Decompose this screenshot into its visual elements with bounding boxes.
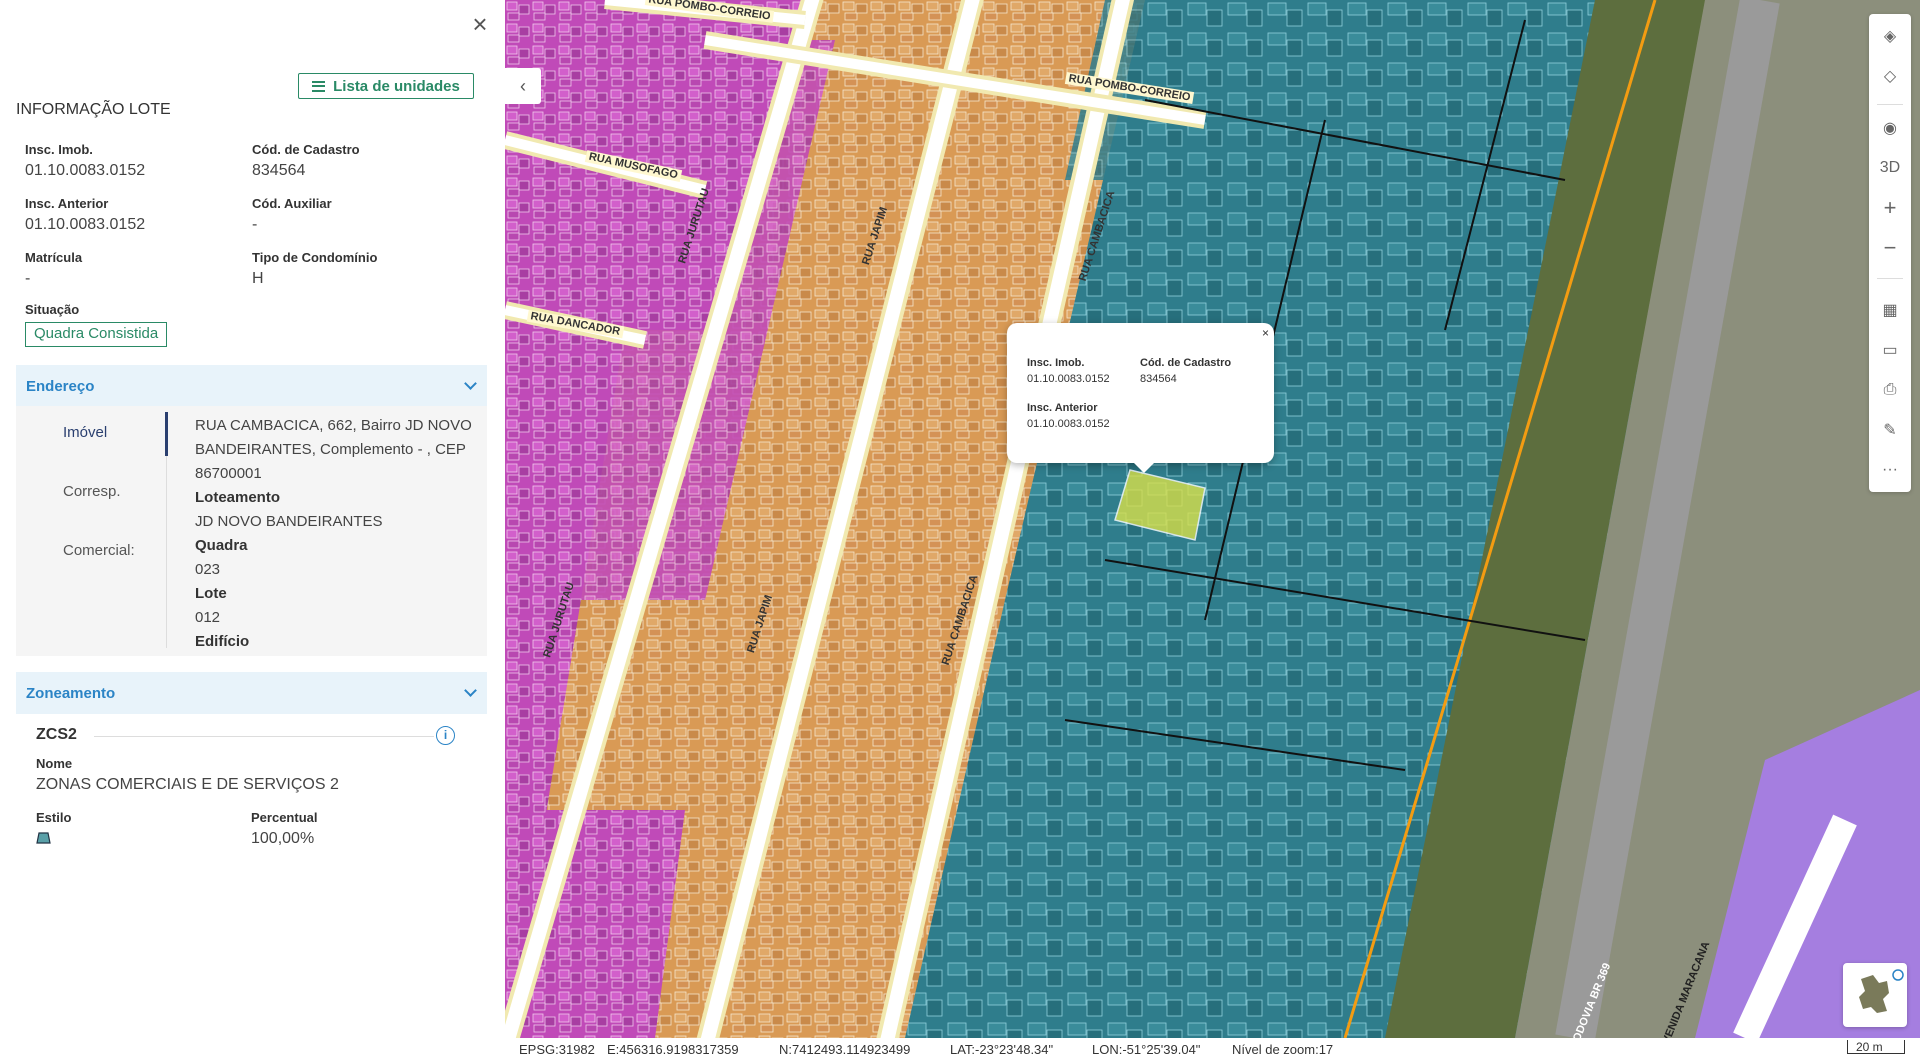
northing-readout: N:7412493.114923499: [779, 1042, 911, 1057]
field-nome: Nome ZONAS COMERCIAIS E DE SERVIÇOS 2: [36, 756, 339, 794]
epsg-readout: EPSG:31982: [519, 1042, 595, 1057]
field-insc-imob: Insc. Imob. 01.10.0083.0152: [25, 142, 145, 180]
zone-style-swatch: [36, 832, 51, 844]
map-icon[interactable]: ▦: [1869, 292, 1911, 328]
lote-label: Lote: [195, 585, 227, 602]
field-insc-anterior: Insc. Anterior 01.10.0083.0152: [25, 196, 145, 234]
divider: [1877, 278, 1903, 279]
field-situacao: Situação: [25, 302, 79, 317]
field-label: Cód. de Cadastro: [252, 142, 360, 157]
panel-title: INFORMAÇÃO LOTE: [16, 101, 171, 118]
app-root: × Lista de unidades INFORMAÇÃO LOTE Insc…: [0, 0, 1920, 1060]
field-cod-cadastro: Cód. de Cadastro 834564: [252, 142, 360, 180]
endereco-content: Imóvel Corresp. Comercial: RUA CAMBACICA…: [16, 406, 487, 656]
map-canvas[interactable]: RUA POMBO-CORREIO RUA POMBO-CORREIO RUA …: [505, 0, 1920, 1038]
layers-stack-icon[interactable]: ◇: [1869, 58, 1911, 94]
field-matricula: Matrícula -: [25, 250, 82, 288]
more-icon[interactable]: ···: [1869, 452, 1911, 488]
zoom-level-readout: Nível de zoom:17: [1232, 1042, 1334, 1057]
3d-button[interactable]: 3D: [1869, 150, 1911, 186]
popup-value: 834564: [1140, 373, 1177, 385]
popup-label: Insc. Anterior: [1027, 402, 1098, 414]
quadra-label: Quadra: [195, 537, 248, 554]
print-icon[interactable]: ⎙: [1869, 372, 1911, 408]
quadra-value: 023: [195, 561, 221, 578]
paint-icon[interactable]: ✎: [1869, 412, 1911, 448]
ruler-icon[interactable]: ▭: [1869, 332, 1911, 368]
lot-popup: × Insc. Imob. 01.10.0083.0152 Cód. de Ca…: [1007, 323, 1274, 473]
field-label: Tipo de Condomínio: [252, 250, 378, 265]
endereco-section-header[interactable]: Endereço: [16, 365, 487, 407]
field-value: 01.10.0083.0152: [25, 162, 146, 179]
collapse-panel-button[interactable]: ‹: [505, 68, 541, 104]
layers-icon[interactable]: ◈: [1869, 18, 1911, 54]
longitude-readout: LON:-51°25'39.04": [1092, 1042, 1201, 1057]
scale-bar: 20 m: [1847, 1040, 1905, 1054]
popup-label: Insc. Imob.: [1027, 357, 1085, 369]
lote-value: 012: [195, 609, 221, 626]
map-toolbar: ◈ ◇ ◉ 3D + − ▦ ▭ ⎙ ✎ ···: [1869, 14, 1911, 492]
field-value: 01.10.0083.0152: [25, 216, 146, 233]
field-value: 834564: [252, 162, 306, 179]
chevron-down-icon: [464, 377, 477, 390]
field-value: H: [252, 270, 264, 287]
field-tipo-condominio: Tipo de Condomínio H: [252, 250, 377, 288]
compass-icon[interactable]: ◉: [1869, 110, 1911, 146]
field-value: ZONAS COMERCIAIS E DE SERVIÇOS 2: [36, 776, 339, 793]
field-label: Percentual: [251, 810, 318, 825]
tab-imovel[interactable]: Imóvel: [63, 424, 107, 441]
tab-corresp[interactable]: Corresp.: [63, 483, 121, 500]
units-list-button[interactable]: Lista de unidades: [298, 73, 474, 99]
active-tab-indicator: [165, 412, 168, 456]
field-value: -: [25, 270, 31, 287]
divider: [94, 736, 434, 737]
edificio-label: Edifício: [195, 633, 250, 650]
tab-comercial[interactable]: Comercial:: [63, 542, 135, 559]
loteamento-label: Loteamento: [195, 489, 281, 506]
field-label: Situação: [25, 302, 80, 317]
field-label: Insc. Imob.: [25, 142, 93, 157]
field-label: Insc. Anterior: [25, 196, 109, 211]
field-value: 100,00%: [251, 830, 315, 847]
popup-value: 01.10.0083.0152: [1027, 373, 1110, 385]
field-cod-auxiliar: Cód. Auxiliar -: [252, 196, 332, 234]
basemap-overview-button[interactable]: [1843, 963, 1907, 1027]
popup-value: 01.10.0083.0152: [1027, 418, 1110, 430]
zoom-out-button[interactable]: −: [1869, 230, 1911, 266]
city-map-thumbnail-icon: [1859, 969, 1904, 1013]
zoneamento-section-header[interactable]: Zoneamento: [16, 672, 487, 714]
map-imagery: [505, 0, 1920, 1038]
latitude-readout: LAT:-23°23'48.34": [950, 1042, 1054, 1057]
address-details: RUA CAMBACICA, 662, Bairro JD NOVO BANDE…: [195, 414, 480, 654]
chevron-down-icon: [464, 684, 477, 697]
address-line: RUA CAMBACICA, 662, Bairro JD NOVO BANDE…: [195, 417, 472, 482]
popup-label: Cód. de Cadastro: [1140, 357, 1232, 369]
easting-readout: E:456316.9198317359: [607, 1042, 739, 1057]
status-bar: EPSG:31982 E:456316.9198317359 N:7412493…: [505, 1038, 1920, 1060]
section-title: Endereço: [26, 377, 95, 395]
field-label: Estilo: [36, 810, 72, 825]
units-list-label: Lista de unidades: [333, 77, 460, 95]
situacao-badge: Quadra Consistida: [25, 322, 168, 347]
section-title: Zoneamento: [26, 684, 116, 702]
field-label: Cód. Auxiliar: [252, 196, 332, 211]
zoom-in-button[interactable]: +: [1869, 190, 1911, 226]
close-panel-button[interactable]: ×: [467, 11, 493, 38]
field-percentual: Percentual 100,00%: [251, 810, 317, 848]
field-value: -: [252, 216, 258, 233]
divider: [1877, 104, 1903, 105]
info-icon[interactable]: i: [436, 726, 455, 745]
loteamento-value: JD NOVO BANDEIRANTES: [195, 513, 383, 530]
popup-close-button[interactable]: ×: [1262, 326, 1269, 340]
lot-info-panel: × Lista de unidades INFORMAÇÃO LOTE Insc…: [0, 0, 505, 1060]
field-estilo: Estilo: [36, 810, 71, 825]
zone-code: ZCS2: [36, 726, 77, 743]
list-icon: [312, 80, 326, 92]
field-label: Nome: [36, 756, 73, 771]
field-label: Matrícula: [25, 250, 83, 265]
